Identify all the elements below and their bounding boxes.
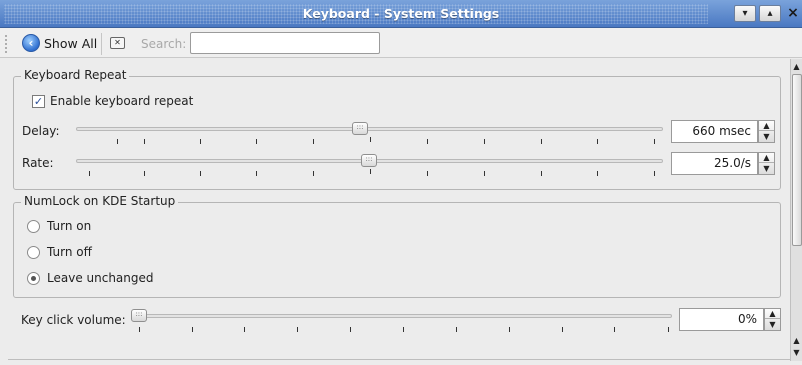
key-click-tick	[192, 327, 193, 332]
delay-tick	[541, 139, 542, 144]
enable-repeat-label[interactable]: Enable keyboard repeat	[50, 94, 193, 108]
back-arrow-icon: ‹	[22, 34, 40, 52]
rate-tick	[256, 171, 257, 176]
delay-tick	[484, 139, 485, 144]
key-click-slider-handle[interactable]: :::	[131, 309, 147, 322]
turn-on-radio[interactable]	[27, 220, 40, 233]
keyboard-repeat-title: Keyboard Repeat	[21, 68, 130, 82]
spin-up-icon[interactable]: ▲	[759, 153, 774, 163]
toolbar-grip[interactable]	[4, 34, 8, 54]
rate-label: Rate:	[22, 156, 54, 170]
search-label: Search:	[141, 37, 187, 51]
key-click-slider-track[interactable]	[137, 314, 672, 318]
delay-tick	[200, 139, 201, 144]
close-button[interactable]: ×	[786, 4, 800, 22]
rate-spin-buttons[interactable]: ▲ ▼	[758, 152, 775, 175]
window-title: Keyboard - System Settings	[302, 6, 500, 21]
leave-unchanged-radio[interactable]	[27, 272, 40, 285]
rate-slider-handle[interactable]: :::	[361, 154, 377, 167]
clear-search-icon[interactable]: ✕	[110, 37, 125, 49]
rate-tick	[89, 171, 90, 176]
window-menu-button[interactable]: ▾	[734, 5, 756, 22]
delay-tick	[313, 139, 314, 144]
delay-spin-buttons[interactable]: ▲ ▼	[758, 120, 775, 143]
delay-tick	[597, 139, 598, 144]
turn-off-radio[interactable]	[27, 246, 40, 259]
key-click-volume-label: Key click volume:	[21, 313, 126, 327]
delay-slider-handle[interactable]: :::	[352, 122, 368, 135]
search-input[interactable]	[190, 32, 380, 54]
maximize-button[interactable]: ▴	[759, 5, 781, 22]
key-click-tick	[244, 327, 245, 332]
numlock-group: NumLock on KDE Startup Turn on Turn off …	[13, 194, 781, 298]
key-click-tick	[456, 327, 457, 332]
key-click-tick	[562, 327, 563, 332]
turn-off-label[interactable]: Turn off	[47, 245, 92, 259]
delay-tick	[427, 139, 428, 144]
title-bar[interactable]: Keyboard - System Settings ▾ ▴ ×	[0, 0, 802, 28]
delay-tick	[654, 139, 655, 144]
key-click-tick	[139, 327, 140, 332]
delay-tick	[256, 139, 257, 144]
rate-tick	[597, 171, 598, 176]
rate-tick	[541, 171, 542, 176]
rate-tick	[427, 171, 428, 176]
rate-tick	[313, 171, 314, 176]
key-click-tick	[509, 327, 510, 332]
spin-down-icon[interactable]: ▼	[759, 164, 774, 174]
key-click-tick	[614, 327, 615, 332]
key-click-tick	[403, 327, 404, 332]
rate-tick	[200, 171, 201, 176]
delay-slider-track[interactable]	[76, 127, 663, 131]
spin-down-icon[interactable]: ▼	[765, 320, 780, 330]
spin-up-icon[interactable]: ▲	[759, 121, 774, 131]
spin-down-icon[interactable]: ▼	[759, 132, 774, 142]
rate-tick	[370, 169, 371, 174]
scroll-up-icon[interactable]: ▲	[791, 335, 802, 346]
keyboard-repeat-group: Keyboard Repeat ✓ Enable keyboard repeat…	[13, 68, 781, 190]
key-click-tick	[297, 327, 298, 332]
delay-spinbox[interactable]: 660 msec	[671, 120, 758, 143]
rate-spinbox[interactable]: 25.0/s	[671, 152, 758, 175]
numlock-title: NumLock on KDE Startup	[21, 194, 179, 208]
scroll-up-icon[interactable]: ▲	[791, 61, 802, 72]
key-click-spin-buttons[interactable]: ▲ ▼	[764, 308, 781, 331]
vertical-scrollbar[interactable]: ▲ ▲ ▼	[790, 59, 802, 361]
spin-up-icon[interactable]: ▲	[765, 309, 780, 319]
show-all-label: Show All	[44, 36, 98, 51]
enable-repeat-checkbox[interactable]: ✓	[32, 95, 45, 108]
leave-unchanged-label[interactable]: Leave unchanged	[47, 271, 154, 285]
scroll-down-icon[interactable]: ▼	[791, 347, 802, 358]
key-click-tick	[350, 327, 351, 332]
scrollbar-thumb[interactable]	[792, 74, 802, 246]
content-bottom-divider	[8, 359, 790, 360]
delay-tick	[117, 139, 118, 144]
delay-tick	[370, 137, 371, 142]
toolbar: ‹ Show All ✕ Search:	[0, 28, 802, 58]
rate-tick	[144, 171, 145, 176]
delay-label: Delay:	[22, 124, 60, 138]
key-click-tick	[668, 327, 669, 332]
rate-tick	[654, 171, 655, 176]
turn-on-label[interactable]: Turn on	[47, 219, 91, 233]
delay-tick	[144, 139, 145, 144]
key-click-volume-spinbox[interactable]: 0%	[679, 308, 764, 331]
toolbar-separator	[101, 33, 102, 55]
rate-tick	[484, 171, 485, 176]
